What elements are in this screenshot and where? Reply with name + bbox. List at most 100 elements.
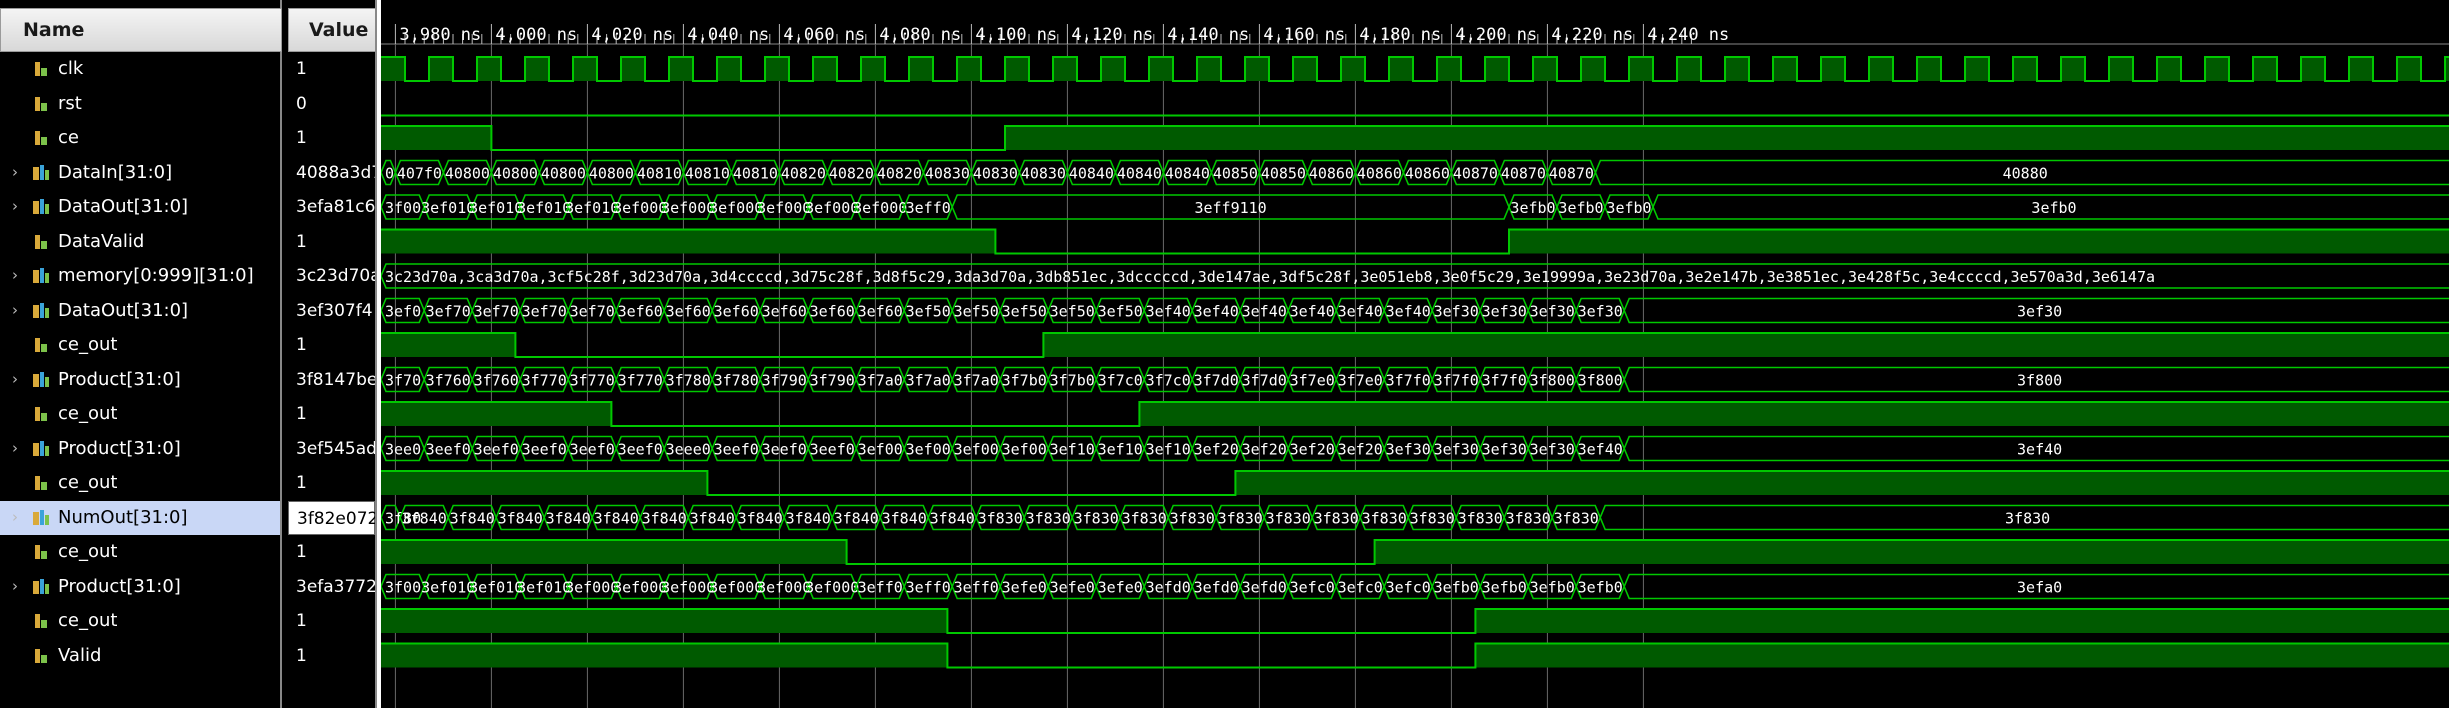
bit-high-fill [381,471,2449,495]
signal-row[interactable]: › Product[31:0] [0,363,280,397]
expand-chevron-icon[interactable]: › [12,301,26,319]
bus-value-label: 3f840 [882,510,927,528]
signal-row[interactable]: ce_out [0,397,280,431]
bus-value-label: 3f830 [1170,510,1215,528]
bus-value-label: 40800 [493,165,538,183]
bus-value-label: 40840 [1069,165,1114,183]
bus-value-label: 3ef00 [954,441,999,459]
signal-row[interactable]: › DataOut[31:0] [0,190,280,224]
signal-row[interactable]: › Product[31:0] [0,570,280,604]
wave-product-31-0-: 3ee0 3eef0 3eef0 3eef0 3eef0 3eef0 3eee0 3eef0 3… [381,435,2449,462]
bus-value-label: 3ef010 [469,579,523,597]
bus-value-label: 3eef0 [570,441,615,459]
bus-value-label: 3c23d70a,3ca3d70a,3cf5c28f,3d23d70a,3d4c… [385,268,2155,286]
ruler-tick-label: 4,160 ns [1263,25,1345,45]
bus-value-label: 3eff0 [906,199,951,217]
expand-chevron-icon[interactable]: › [12,577,26,595]
expand-chevron-icon[interactable]: › [12,197,26,215]
signal-row[interactable]: › DataOut[31:0] [0,294,280,328]
bus-value-label: 3f7f0 [1386,372,1431,390]
ruler-tick-label: 4,180 ns [1359,25,1441,45]
bit-high-fill [381,229,2449,254]
bus-value-label: 3f840 [642,510,687,528]
bus-value-label: 3f830 [1554,510,1599,528]
bus-value-label: 40800 [541,165,586,183]
bit-high-fill [381,402,2449,426]
bus-value-label: 40860 [1309,165,1354,183]
bus-value-label: 3f780 [714,372,759,390]
bus-value-label: 3eef0 [522,441,567,459]
bus-value-label: 3f840 [594,510,639,528]
signal-value: 3f8147be [296,369,377,390]
bus-value-label: 3f840 [546,510,591,528]
bus-value-label: 3ef60 [858,303,903,321]
bus-value-label: 40850 [1261,165,1306,183]
expand-chevron-icon[interactable]: › [12,163,26,181]
ruler-tick-label: 3,980 ns [399,25,481,45]
signal-row[interactable]: DataValid [0,225,280,259]
signal-row[interactable]: ce_out [0,466,280,500]
signal-value: 1 [296,645,307,666]
signal-row[interactable]: › DataIn[31:0] [0,156,280,190]
bus-value-label: 3f800 [2017,372,2062,390]
bus-value-label: 3ef00 [858,441,903,459]
ruler-tick-label: 4,040 ns [687,25,769,45]
signal-row[interactable]: ce_out [0,604,280,638]
wave-valid [381,642,2449,669]
signal-row[interactable]: clk [0,52,280,86]
signal-row[interactable]: › memory[0:999][31:0] [0,259,280,293]
bus-value-label: 3f7e0 [1338,372,1383,390]
signal-row[interactable]: ce_out [0,328,280,362]
bus-value-label: 3ef70 [426,303,471,321]
signal-value: 3f82e072 [288,500,375,535]
bus-value-label: 3f840 [738,510,783,528]
signal-value: 4088a3d7 [296,162,377,183]
bus-value-label: 3eef0 [810,441,855,459]
bus-value-label: 40870 [1549,165,1594,183]
wave-product-31-0-: 3f00 3ef0103ef0103ef0103ef0003ef0003ef000… [381,573,2449,600]
signal-row[interactable]: › NumOut[31:0] [0,500,280,535]
waveform-canvas[interactable]: 3,980 ns 4,000 ns 4,020 ns 4,040 ns 4,060 ns… [381,0,2449,708]
signal-row[interactable]: ce [0,121,280,155]
signal-value: 1 [296,473,307,493]
bus-value-label: 3ef0 [385,303,421,321]
signal-name: ce_out [58,610,118,631]
bus-value-label: 3f7c0 [1146,372,1191,390]
expand-chevron-icon[interactable]: › [12,370,26,388]
signal-name: Product[31:0] [58,368,181,390]
bus-value-label: 40800 [589,165,634,183]
bus-value-label: 3f7b0 [1050,372,1095,390]
value-column-header[interactable]: Value [288,8,375,52]
bit-signal-icon [32,612,50,630]
bus-value-label: 3ef000 [613,579,667,597]
signal-row[interactable]: ce_out [0,535,280,569]
name-column-label: Name [23,19,85,41]
expand-chevron-icon[interactable]: › [12,508,26,526]
bus-value-label: 40870 [1453,165,1498,183]
expand-chevron-icon[interactable]: › [12,439,26,457]
ruler-tick-label: 4,220 ns [1551,25,1633,45]
wave-datavalid [381,228,2449,255]
bus-value-label: 3ef000 [709,579,763,597]
bus-value-label: 3efb0 [1530,579,1575,597]
wave-ce-out [381,470,2449,496]
signal-name-panel: Name clk rst ce › DataIn[31:0] › DataOut[31:0]… [0,0,282,708]
bus-value-label: 3ef00 [906,441,951,459]
bus-value-label: 3ef70 [522,303,567,321]
bus-value-label: 3efb0 [1510,199,1555,217]
bus-value-label: 3ef000 [757,199,811,217]
bit-signal-icon [32,129,50,147]
bus-value-label: 3ef000 [709,199,763,217]
signal-row[interactable]: › Product[31:0] [0,432,280,466]
expand-chevron-icon[interactable]: › [12,266,26,284]
name-column-header[interactable]: Name [0,8,282,52]
signal-name: clk [58,58,84,79]
bus-value-label: 3ef60 [810,303,855,321]
ruler-tick-label: 4,120 ns [1071,25,1153,45]
wave-dataout-31-0-: 3ef0 3ef70 3ef70 3ef70 3ef70 3ef60 3ef60 3ef60 3… [381,297,2449,324]
signal-name: NumOut[31:0] [58,506,188,528]
bus-value-label: 3f830 [1362,510,1407,528]
bit-high-fill [381,609,2449,633]
signal-row[interactable]: Valid [0,639,280,673]
signal-row[interactable]: rst [0,87,280,121]
